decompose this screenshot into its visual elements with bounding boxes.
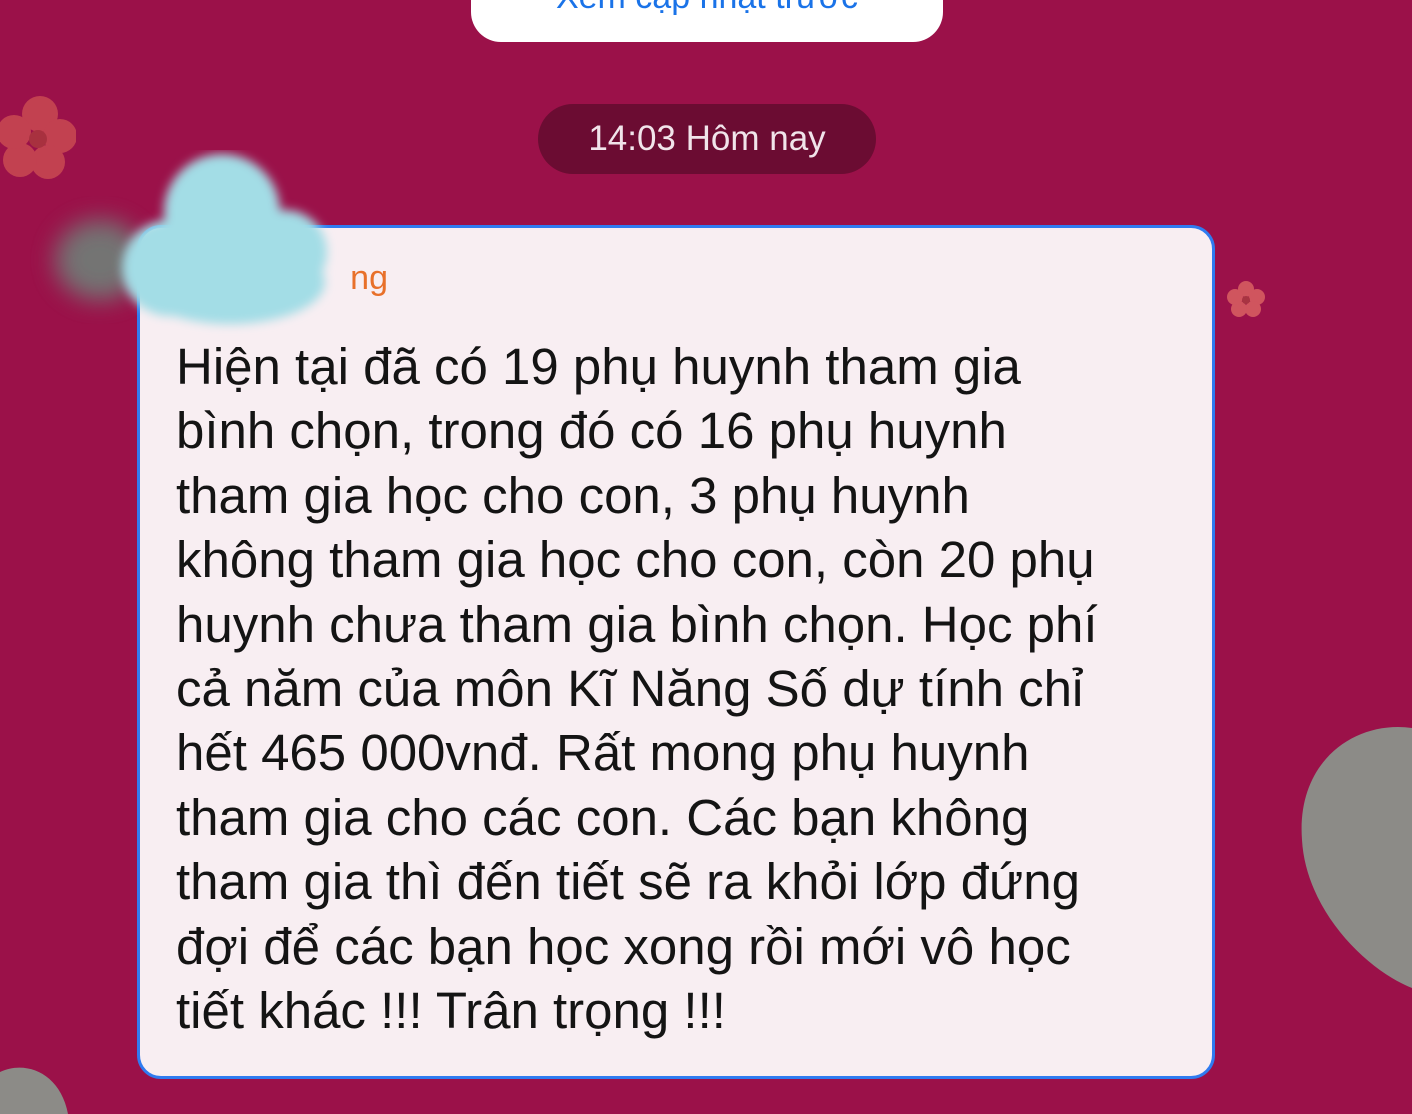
message-line: tiết khác !!! Trân trọng !!! [176,982,726,1040]
view-previous-updates-button[interactable]: Xem cập nhật trước [471,0,943,42]
message-line: tham gia cho các con. Các bạn không [176,788,1030,846]
message-line: Hiện tại đã có 19 phụ huynh tham gia [176,338,1021,395]
message-line: huynh chưa tham gia bình chọn. Học phí [176,595,1098,653]
blossom-icon [1227,281,1265,317]
message-line: tham gia học cho con, 3 phụ huynh [176,466,970,524]
view-previous-updates-label: Xem cập nhật trước [556,0,858,14]
message-line: bình chọn, trong đó có 16 phụ huynh [176,402,1007,460]
petal-shape [1301,726,1412,988]
timestamp-label: 14:03 Hôm nay [588,119,826,158]
message-line: cả năm của môn Kĩ Năng Số dự tính chỉ [176,660,1084,718]
message-line: tham gia thì đến tiết sẽ ra khỏi lớp đứn… [176,853,1080,911]
message-line: đợi để các bạn học xong rồi mới vô học [176,917,1071,975]
message-line: hết 465 000vnđ. Rất mong phụ huynh [176,724,1030,782]
timestamp-badge: 14:03 Hôm nay [538,104,876,174]
message-text: Hiện tại đã có 19 phụ huynh tham gia bìn… [176,335,1191,1043]
message-line: không tham gia học cho con, còn 20 phụ [176,531,1095,589]
petal-shape [0,1067,68,1114]
privacy-blur-cloud [55,154,327,324]
